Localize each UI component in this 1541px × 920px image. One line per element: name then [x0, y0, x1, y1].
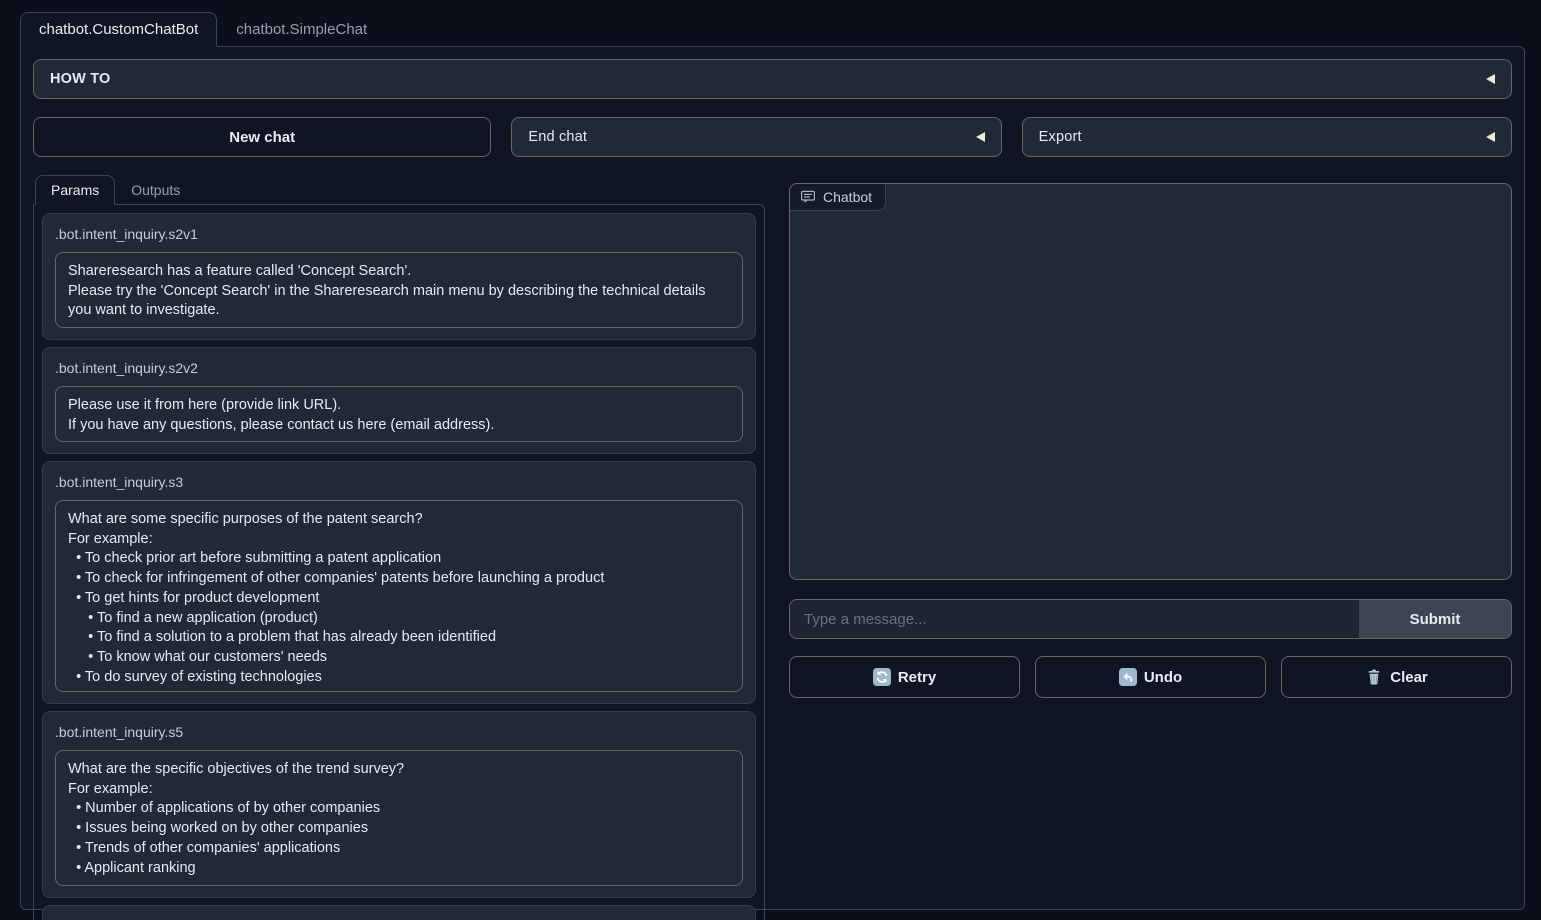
app-root: chatbot.CustomChatBot chatbot.SimpleChat…	[0, 0, 1541, 920]
tab-chatbot-customchatbot[interactable]: chatbot.CustomChatBot	[20, 12, 217, 47]
chevron-left-icon	[976, 132, 985, 142]
retry-label: Retry	[898, 669, 936, 686]
new-chat-button[interactable]: New chat	[33, 117, 491, 157]
param-label: .bot.intent_inquiry.s3	[55, 473, 743, 491]
tab-chatbot-simplechat[interactable]: chatbot.SimpleChat	[217, 12, 386, 47]
param-group-s9: .bot.intent_inquiry.s9	[42, 905, 756, 920]
trash-icon	[1365, 668, 1383, 686]
chat-bubble-icon	[800, 189, 816, 205]
undo-button[interactable]: Undo	[1035, 656, 1266, 698]
params-panel: .bot.intent_inquiry.s2v1 Shareresearch h…	[33, 204, 765, 920]
param-label: .bot.intent_inquiry.s2v1	[55, 225, 743, 243]
chatbot-panel: Chatbot	[789, 183, 1512, 580]
clear-button[interactable]: Clear	[1281, 656, 1512, 698]
param-group-s2v1: .bot.intent_inquiry.s2v1 Shareresearch h…	[42, 213, 756, 340]
main-tab-nav: chatbot.CustomChatBot chatbot.SimpleChat	[20, 12, 1525, 47]
param-group-s2v2: .bot.intent_inquiry.s2v2 Please use it f…	[42, 347, 756, 454]
undo-icon	[1119, 668, 1137, 686]
chat-actions-row: Retry Undo	[789, 656, 1512, 698]
howto-label: HOW TO	[50, 71, 111, 87]
custom-chatbot-tab-panel: HOW TO New chat End chat Export Params O…	[20, 46, 1525, 910]
submit-button[interactable]: Submit	[1359, 600, 1511, 638]
retry-button[interactable]: Retry	[789, 656, 1020, 698]
param-group-s3: .bot.intent_inquiry.s3 What are some spe…	[42, 461, 756, 704]
clear-label: Clear	[1390, 669, 1428, 686]
tab-outputs[interactable]: Outputs	[115, 175, 196, 205]
export-label: Export	[1039, 129, 1082, 145]
content-columns: Params Outputs .bot.intent_inquiry.s2v1 …	[33, 175, 1512, 920]
param-textarea-s2v1[interactable]: Shareresearch has a feature called 'Conc…	[55, 252, 743, 328]
param-label: .bot.intent_inquiry.s5	[55, 723, 743, 741]
actions-row: New chat End chat Export	[33, 117, 1512, 157]
tab-params[interactable]: Params	[35, 175, 115, 205]
message-composer: Submit	[789, 599, 1512, 639]
chatbot-label: Chatbot	[790, 184, 886, 211]
export-accordion[interactable]: Export	[1022, 117, 1512, 157]
chatbot-label-text: Chatbot	[823, 189, 872, 205]
param-textarea-s5[interactable]: What are the specific objectives of the …	[55, 750, 743, 886]
end-chat-accordion[interactable]: End chat	[511, 117, 1001, 157]
param-group-s5: .bot.intent_inquiry.s5 What are the spec…	[42, 711, 756, 898]
message-input[interactable]	[790, 600, 1359, 638]
chevron-left-icon	[1486, 74, 1495, 84]
end-chat-label: End chat	[528, 129, 587, 145]
chevron-left-icon	[1486, 132, 1495, 142]
param-textarea-s3[interactable]: What are some specific purposes of the p…	[55, 500, 743, 692]
param-textarea-s2v2[interactable]: Please use it from here (provide link UR…	[55, 386, 743, 442]
undo-label: Undo	[1144, 669, 1182, 686]
params-column: Params Outputs .bot.intent_inquiry.s2v1 …	[33, 175, 765, 920]
params-tab-nav: Params Outputs	[35, 175, 765, 205]
retry-icon	[873, 668, 891, 686]
param-label: .bot.intent_inquiry.s2v2	[55, 359, 743, 377]
howto-accordion[interactable]: HOW TO	[33, 59, 1512, 99]
chat-column: Chatbot Submit	[789, 175, 1512, 698]
